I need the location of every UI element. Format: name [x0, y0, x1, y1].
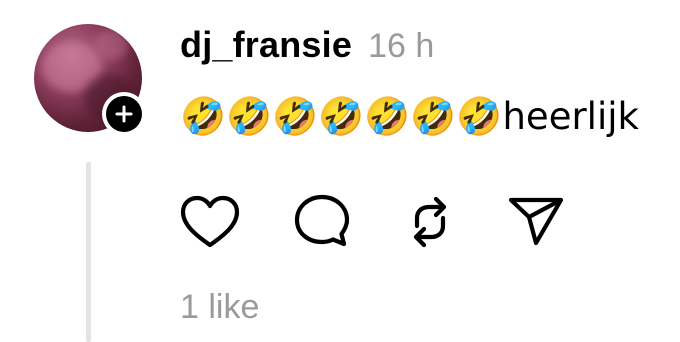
repost-button[interactable] [400, 194, 460, 250]
heart-icon [180, 195, 240, 248]
share-button[interactable] [506, 194, 566, 250]
comment-icon [294, 194, 350, 247]
like-count[interactable]: 1 like [180, 288, 259, 327]
username[interactable]: dj_fransie [180, 24, 352, 66]
timestamp: 16 h [368, 27, 435, 65]
follow-button[interactable] [102, 92, 146, 136]
thread-line [86, 162, 91, 342]
reply-button[interactable] [292, 194, 352, 250]
share-icon [508, 197, 564, 246]
repost-icon [413, 196, 447, 248]
like-button[interactable] [180, 194, 240, 250]
avatar-container [34, 24, 146, 136]
follow-badge-circle [106, 96, 142, 132]
avatar-photo-detail [94, 30, 128, 60]
plus-icon [115, 105, 133, 123]
post-header: dj_fransie 16 h [180, 24, 434, 68]
post-text: 🤣🤣🤣🤣🤣🤣🤣heerlijk [180, 95, 639, 138]
